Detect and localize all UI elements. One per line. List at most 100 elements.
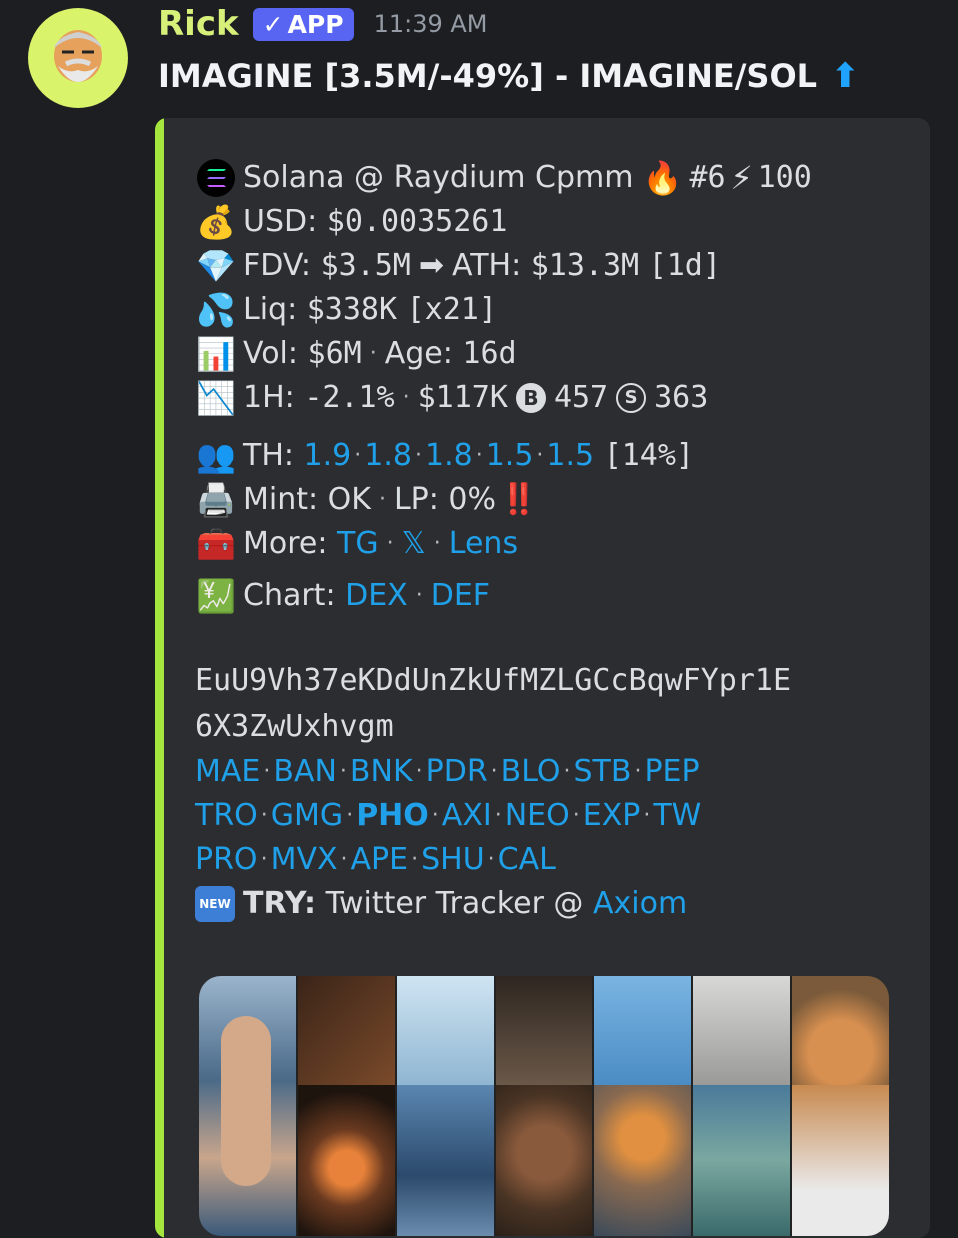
platform-link[interactable]: PDR [426,750,488,794]
fdv-value: $3.5M [320,248,411,283]
embed-body: Solana @ Raydium Cpmm 🔥 #6 ⚡ 100 💰 USD: … [195,156,910,926]
th-line: 👥 TH: 1.9 · 1.8 · 1.8 · 1.5 · 1.5 [14%] [195,434,910,478]
chain-text: Solana @ Raydium Cpmm [243,160,634,195]
mint-value: OK [327,482,371,517]
author-name[interactable]: Rick [158,4,239,44]
embed-accent-bar [155,118,164,1238]
dex-link[interactable]: DEX [345,574,408,618]
ath-value: $13.3M [530,248,640,283]
platform-link[interactable]: AXI [442,794,492,838]
age-label: Age: [384,336,453,371]
chart-yen-icon: 💹 [196,577,236,615]
platform-link[interactable]: NEO [505,794,570,838]
printer-icon: 🖨️ [196,481,236,519]
score-value: 100 [757,160,812,195]
money-bag-icon: 💰 [196,203,236,241]
buys-count: 457 [553,380,609,415]
platform-link[interactable]: BLO [501,750,561,794]
h1-label: 1H: [243,380,295,415]
collage-tile [297,976,395,1236]
axiom-link[interactable]: Axiom [593,882,687,926]
platform-link[interactable]: MAE [195,750,260,794]
bar-chart-icon: 📊 [196,335,236,373]
vol-line: 📊 Vol: $6M · Age: 16d [195,332,910,376]
age-value: 16d [462,336,517,371]
lens-link[interactable]: Lens [449,522,518,566]
rank-value: #6 [689,160,726,195]
collage-tile [495,976,593,1236]
sells-icon: S [616,383,647,413]
platform-link[interactable]: TW [653,794,701,838]
th-value[interactable]: 1.8 [364,434,412,478]
mint-line: 🖨️ Mint: OK · LP: 0% ‼️ [195,478,910,522]
contract-address-line-2[interactable]: 6X3ZwUxhvgm [195,704,910,750]
fdv-line: 💎 FDV: $3.5M ➡ ATH: $13.3M [1d] [195,244,910,288]
liq-value: $338K [306,292,398,327]
def-link[interactable]: DEF [431,574,490,618]
up-arrow-icon: ⬆ [831,56,860,96]
platform-row: TRO · GMG · PHO · AXI · NEO · EXP · TW [195,794,910,838]
liq-multiplier: [x21] [406,292,497,327]
th-total: [14%] [603,438,694,473]
holders-icon: 👥 [196,437,236,475]
new-badge-icon: NEW [195,886,235,922]
droplets-icon: 💦 [196,291,236,329]
platform-link[interactable]: BNK [350,750,413,794]
platform-link[interactable]: SHU [421,838,485,882]
app-badge-label: APP [287,9,344,39]
platform-link[interactable]: APE [351,838,409,882]
platform-link[interactable]: PRO [195,838,258,882]
chart-decreasing-icon: 📉 [196,379,236,417]
collage-tile [199,976,296,1236]
lightning-icon: ⚡ [730,159,753,197]
chart-line: 💹 Chart: DEX · DEF [195,574,910,618]
platform-row: PRO · MVX · APE · SHU · CAL [195,838,910,882]
chart-label: Chart: [243,578,336,613]
chain-line: Solana @ Raydium Cpmm 🔥 #6 ⚡ 100 [195,156,910,200]
fire-icon: 🔥 [642,159,683,197]
platform-link[interactable]: CAL [498,838,556,882]
th-label: TH: [243,438,294,473]
message-timestamp[interactable]: 11:39 AM [374,10,488,38]
platform-link[interactable]: STB [574,750,632,794]
token-embed: Solana @ Raydium Cpmm 🔥 #6 ⚡ 100 💰 USD: … [155,118,930,1238]
platform-link[interactable]: MVX [271,838,338,882]
solana-icon [195,158,237,198]
h1-volume: $117K [417,380,508,415]
try-text: Twitter Tracker @ [325,886,584,921]
embed-image-collage[interactable] [199,976,889,1236]
message-title-text: IMAGINE [3.5M/-49%] - IMAGINE/SOL [158,57,818,95]
platform-link[interactable]: TRO [195,794,258,838]
toolbox-icon: 🧰 [196,525,236,563]
liq-label: Liq: [243,292,298,327]
contract-address-line-1[interactable]: EuU9Vh37eKDdUnZkUfMZLGCcBqwFYpr1E [195,658,910,704]
more-line: 🧰 More: TG · 𝕏 · Lens [195,522,910,566]
gem-icon: 💎 [196,247,236,285]
th-value[interactable]: 1.5 [546,434,594,478]
platform-link-highlighted[interactable]: PHO [356,794,429,838]
right-arrow-icon: ➡ [418,248,445,283]
platform-link[interactable]: BAN [273,750,337,794]
platform-link[interactable]: PEP [644,750,699,794]
wizard-face-icon [28,8,128,108]
separator-dot: · [402,385,410,410]
th-value[interactable]: 1.5 [486,434,534,478]
vol-label: Vol: [243,336,298,371]
lp-label: LP: [393,482,439,517]
liq-line: 💦 Liq: $338K [x21] [195,288,910,332]
th-value[interactable]: 1.8 [425,434,473,478]
sells-count: 363 [654,380,709,415]
telegram-link[interactable]: TG [337,522,379,566]
platform-link[interactable]: EXP [583,794,641,838]
platform-row: MAE · BAN · BNK · PDR · BLO · STB · PEP [195,750,910,794]
h1-line: 📉 1H: -2.1% · $117K B 457 S 363 [195,376,910,420]
more-label: More: [243,526,328,561]
collage-tile [396,976,494,1236]
buys-icon: B [515,383,546,413]
fdv-label: FDV: [243,248,312,283]
double-exclamation-icon: ‼️ [500,482,538,517]
bot-avatar[interactable] [28,8,128,108]
x-link[interactable]: 𝕏 [402,522,426,566]
platform-link[interactable]: GMG [271,794,343,838]
th-value[interactable]: 1.9 [304,434,352,478]
